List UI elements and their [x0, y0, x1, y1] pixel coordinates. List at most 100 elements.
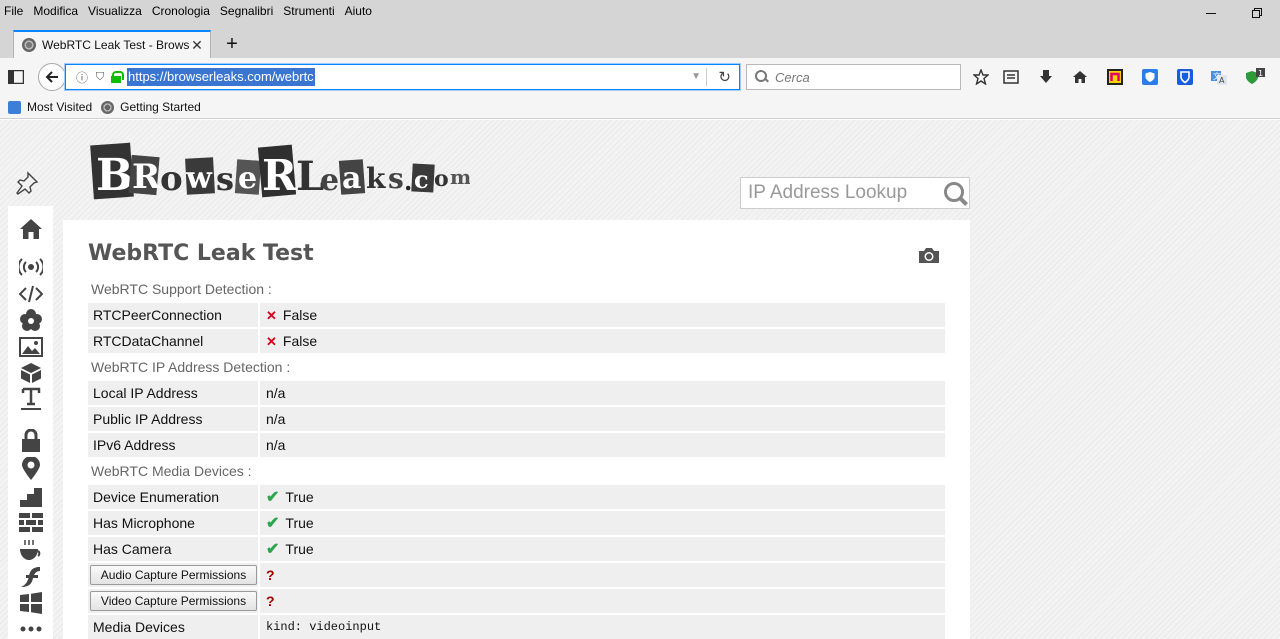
lock-icon[interactable]: [110, 71, 124, 83]
more-dots-icon: [20, 626, 41, 632]
sidebar-webrtc-link[interactable]: [8, 254, 53, 280]
bookmark-most-visited[interactable]: Most Visited: [8, 100, 92, 114]
row-value-cell: ✔ True: [260, 537, 945, 561]
library-button[interactable]: [1001, 67, 1021, 87]
home-button[interactable]: [1070, 67, 1090, 87]
sidebar-ssl-link[interactable]: [8, 428, 53, 454]
windows-icon: [19, 592, 42, 614]
downloads-button[interactable]: [1036, 67, 1056, 87]
ip-lookup-field[interactable]: IP Address Lookup: [740, 177, 970, 209]
menu-bar: File Modifica Visualizza Cronologia Segn…: [0, 0, 1280, 22]
firefox-icon: [101, 100, 115, 114]
search-icon: [755, 70, 769, 84]
sidebar-stats-link[interactable]: [8, 484, 53, 510]
tab-title: WebRTC Leak Test - BrowserL: [42, 38, 190, 52]
new-tab-button[interactable]: +: [221, 34, 243, 56]
sidebar-flower-link[interactable]: [8, 307, 53, 333]
extension-shield-button[interactable]: [1140, 67, 1160, 87]
coffee-cup-icon: [19, 540, 40, 560]
tool-sidebar: [8, 206, 53, 639]
extension-n-icon: [1107, 69, 1123, 85]
svg-text:e: e: [320, 163, 339, 198]
tracking-shield-icon[interactable]: ⛉: [93, 71, 107, 84]
page-title: WebRTC Leak Test: [88, 241, 314, 266]
url-bar[interactable]: ⓘ ⛉ https://browserleaks.com/webrtc ▼ ↻: [65, 64, 740, 90]
row-value-cell: ?: [260, 589, 945, 613]
pin-icon[interactable]: [14, 170, 40, 196]
url-dropdown-icon[interactable]: ▼: [691, 71, 701, 82]
back-button[interactable]: [38, 63, 66, 91]
site-favicon-icon: [22, 38, 36, 52]
row-key: IPv6 Address: [88, 433, 260, 457]
check-icon: ✔: [266, 489, 280, 506]
sidebar-windows-link[interactable]: [8, 590, 53, 616]
sidebar-3d-link[interactable]: [8, 360, 53, 386]
search-bar[interactable]: Cerca: [746, 64, 961, 90]
menu-visualizza[interactable]: Visualizza: [83, 4, 147, 18]
bitwarden-icon: [1177, 69, 1193, 85]
row-key: Device Enumeration: [88, 485, 260, 509]
video-capture-permissions-button[interactable]: Video Capture Permissions: [90, 591, 257, 611]
library-icon: [1003, 70, 1019, 84]
menu-file[interactable]: File: [0, 4, 28, 18]
question-mark-icon: ?: [266, 567, 275, 583]
question-mark-icon: ?: [266, 593, 275, 609]
menu-modifica[interactable]: Modifica: [28, 4, 83, 18]
bookmark-getting-started[interactable]: Getting Started: [101, 100, 201, 114]
menu-aiuto[interactable]: Aiuto: [340, 4, 377, 18]
bar-steps-icon: [19, 488, 42, 507]
sidebar-flash-link[interactable]: [8, 564, 53, 590]
menu-segnalibri[interactable]: Segnalibri: [215, 4, 278, 18]
camera-icon[interactable]: [918, 246, 940, 264]
main-panel: WebRTC Leak Test WebRTC Support Detectio…: [63, 220, 970, 639]
bookmark-star-button[interactable]: [971, 67, 991, 87]
info-icon[interactable]: ⓘ: [74, 69, 90, 86]
audio-capture-permissions-button[interactable]: Audio Capture Permissions: [90, 565, 257, 585]
menu-strumenti[interactable]: Strumenti: [278, 4, 339, 18]
url-text[interactable]: https://browserleaks.com/webrtc: [127, 68, 315, 86]
table-row: IPv6 Address n/a: [88, 433, 945, 457]
svg-text:o: o: [434, 166, 449, 192]
sidebar-home-link[interactable]: [8, 216, 53, 242]
row-value-cell: ✕ False: [260, 303, 945, 327]
extension-translate-button[interactable]: 文A: [1209, 67, 1229, 87]
table-row: Public IP Address n/a: [88, 407, 945, 431]
row-value-cell: ✔ True: [260, 511, 945, 535]
row-key: Has Microphone: [88, 511, 260, 535]
svg-text:m: m: [450, 165, 470, 189]
row-key: RTCPeerConnection: [88, 303, 260, 327]
svg-text:.: .: [404, 167, 412, 196]
webrtc-results-table: WebRTC Support Detection : RTCPeerConnec…: [88, 275, 945, 639]
table-row: Audio Capture Permissions ?: [88, 563, 945, 587]
close-tab-icon[interactable]: ✕: [190, 37, 204, 54]
shield-extension-icon: [1142, 69, 1158, 85]
menu-cronologia[interactable]: Cronologia: [147, 4, 215, 18]
sidebar-java-link[interactable]: [8, 538, 53, 564]
broadcast-icon: [18, 258, 43, 276]
table-row: Video Capture Permissions ?: [88, 589, 945, 613]
sidebar-toggle-button[interactable]: [6, 67, 26, 87]
row-value-cell: ✕ False: [260, 329, 945, 353]
sidebar-more-link[interactable]: [8, 616, 53, 639]
extension-n-button[interactable]: [1105, 67, 1125, 87]
search-icon[interactable]: [941, 179, 969, 207]
row-value-cell: ?: [260, 563, 945, 587]
site-logo[interactable]: B R o w s e R L e a k s . c o m: [90, 138, 470, 204]
row-key: Media Devices: [88, 615, 260, 639]
table-row: Has Camera ✔ True: [88, 537, 945, 561]
sidebar-fonts-link[interactable]: [8, 386, 53, 412]
extension-bitwarden-button[interactable]: [1175, 67, 1195, 87]
sidebar-firewall-link[interactable]: [8, 511, 53, 537]
flower-icon: [19, 309, 42, 331]
translate-icon: 文A: [1211, 71, 1227, 85]
home-icon: [1073, 71, 1087, 83]
tab-webrtc-leak-test[interactable]: WebRTC Leak Test - BrowserL ✕: [13, 30, 211, 58]
sidebar-javascript-link[interactable]: [8, 281, 53, 307]
sidebar-image-link[interactable]: [8, 334, 53, 360]
reload-icon[interactable]: ↻: [718, 68, 731, 86]
sidebar-geo-link[interactable]: [8, 456, 53, 482]
row-value: True: [285, 541, 314, 557]
table-row: Device Enumeration ✔ True: [88, 485, 945, 509]
extension-shield-green-button[interactable]: 1: [1245, 67, 1265, 87]
web-page: B R o w s e R L e a k s . c o m IP Addre…: [0, 120, 1280, 639]
